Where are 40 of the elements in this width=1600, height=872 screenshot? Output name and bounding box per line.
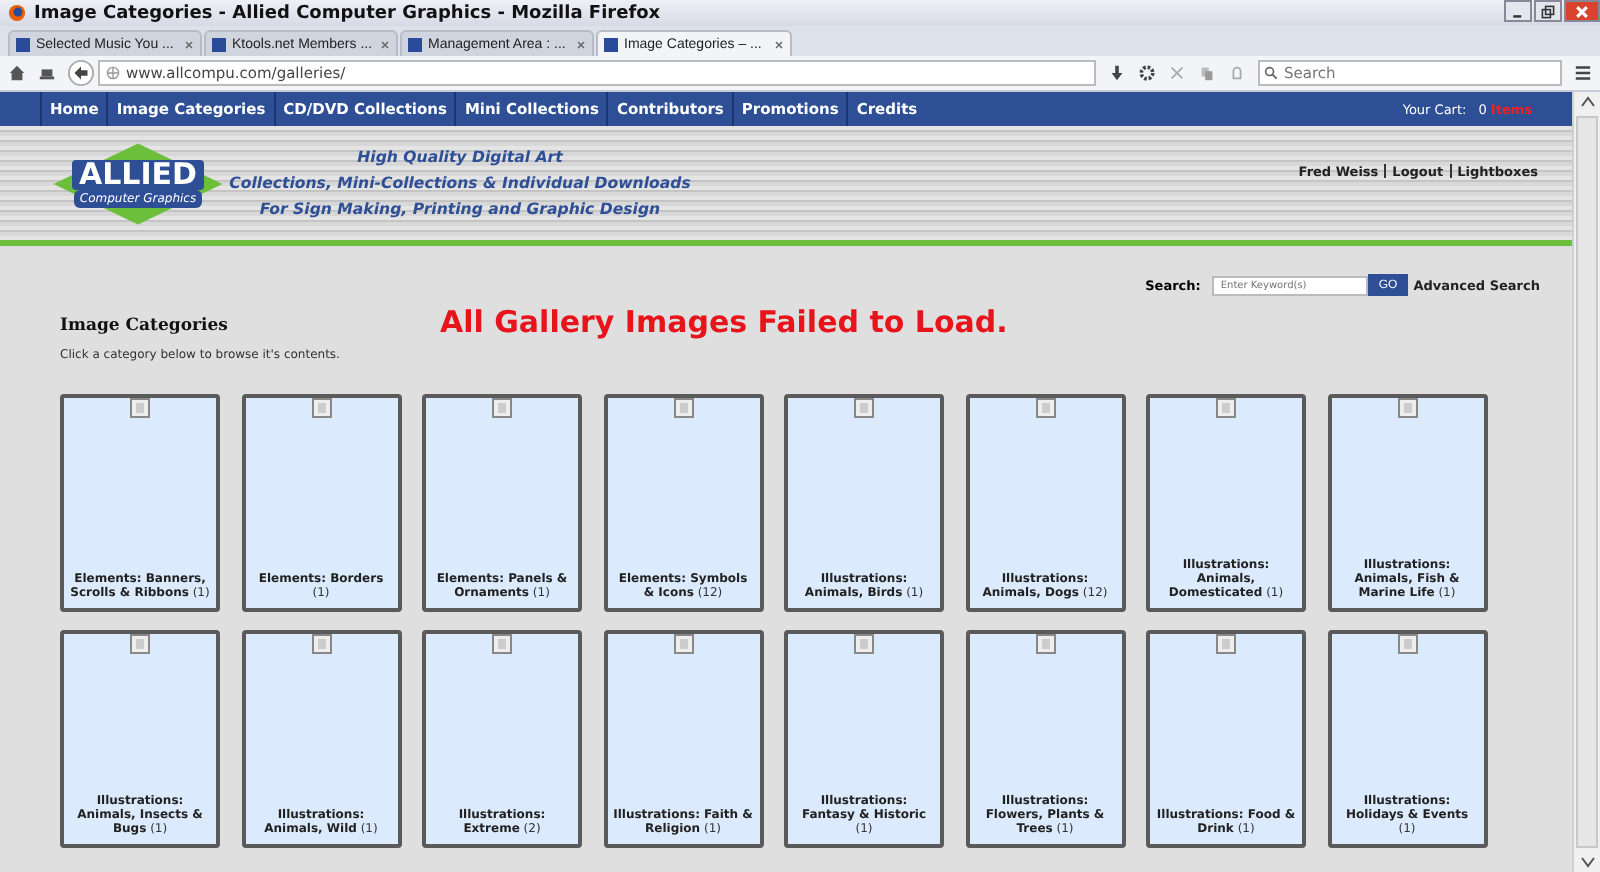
download-icon[interactable]: [1108, 64, 1126, 82]
menu-icon[interactable]: [1574, 64, 1592, 82]
copy-icon[interactable]: [1198, 64, 1216, 82]
broken-image-icon: [311, 634, 331, 654]
broken-image-icon: [311, 398, 331, 418]
home-icon[interactable]: [8, 64, 26, 82]
broken-image-icon: [1397, 398, 1417, 418]
browser-logo-icon: [8, 4, 26, 22]
search-icon: [1264, 66, 1278, 80]
restore-icon: [1540, 3, 1556, 19]
broken-image-icon: [492, 634, 512, 654]
close-icon[interactable]: [380, 39, 390, 49]
broken-image-icon: [1216, 398, 1236, 418]
scrollbar[interactable]: [1572, 92, 1600, 872]
window-title: Image Categories - Allied Computer Graphics - Mozilla Firefox: [34, 3, 663, 23]
broken-image-icon: [673, 398, 693, 418]
restore-button[interactable]: [1534, 0, 1562, 22]
settings-icon[interactable]: [1138, 64, 1156, 82]
scroll-up-icon[interactable]: [1577, 92, 1597, 112]
broken-image-icon: [1035, 398, 1055, 418]
back-icon[interactable]: [68, 60, 94, 86]
minimize-button[interactable]: [1504, 0, 1532, 22]
close-icon[interactable]: [774, 39, 784, 49]
close-icon[interactable]: [576, 39, 586, 49]
page-heading: Image Categories: [60, 316, 230, 336]
close-icon[interactable]: [184, 39, 194, 49]
error-message: All Gallery Images Failed to Load.: [440, 304, 1008, 340]
broken-image-icon: [673, 634, 693, 654]
broken-image-icon: [130, 634, 150, 654]
broken-image-icon: [1216, 634, 1236, 654]
broken-image-icon: [854, 634, 874, 654]
broken-image-icon: [130, 398, 150, 418]
broken-image-icon: [1397, 634, 1417, 654]
close-icon: [1574, 3, 1590, 19]
broken-image-icon: [492, 398, 512, 418]
broken-image-icon: [854, 398, 874, 418]
broken-image-icon: [1035, 634, 1055, 654]
scroll-down-icon[interactable]: [1577, 852, 1597, 872]
close-button[interactable]: [1564, 0, 1600, 22]
globe-icon: [106, 66, 120, 80]
